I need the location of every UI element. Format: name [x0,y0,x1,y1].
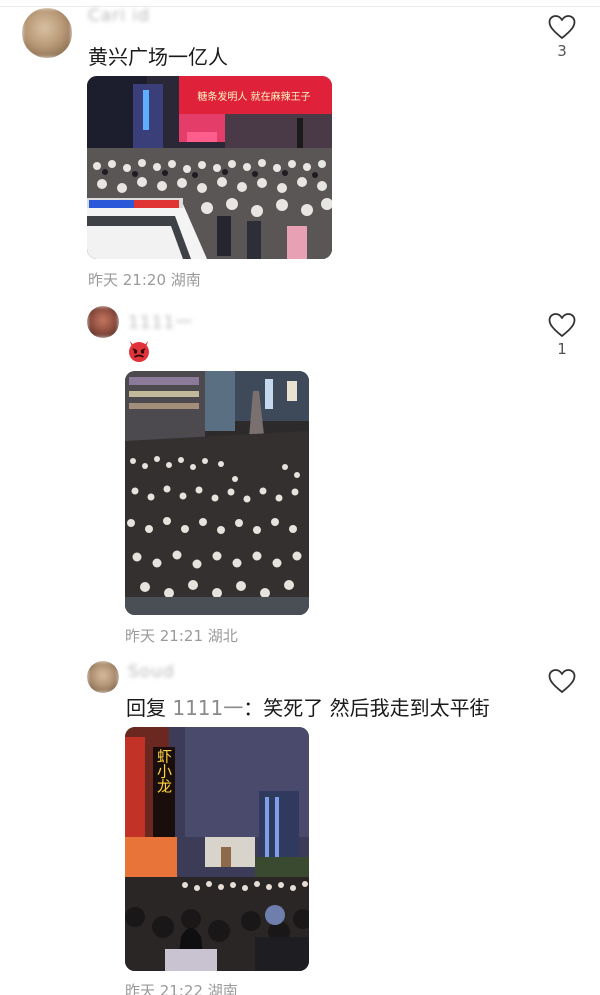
comment-username[interactable]: Soud [128,662,175,682]
avatar[interactable] [87,661,119,693]
like-count: 1 [557,340,567,358]
comment-photo[interactable] [125,371,309,615]
crowd-photo-huangxing-square: 糖条发明人 就在麻辣王子 [87,76,332,259]
comment-meta: 昨天 21:22 湖南 [125,982,238,995]
reply-mention[interactable]: 1111一 [172,696,243,720]
comment-text[interactable]: 黄兴广场一亿人 [88,41,228,70]
avatar[interactable] [87,306,119,338]
crowd-photo-taiping-street: 虾小龙 [125,727,309,971]
reply-prefix: 回复 [126,696,166,720]
angry-devil-emoji [129,341,149,362]
reply-body: ：笑死了 然后我走到太平街 [243,696,490,720]
comment-photo[interactable]: 虾小龙 [125,727,309,971]
like-button[interactable]: 1 [545,312,579,358]
comment-username[interactable]: Cari id [88,6,150,26]
comment-photo[interactable]: 糖条发明人 就在麻辣王子 [87,76,332,259]
like-button[interactable]: 3 [545,14,579,60]
heart-outline-icon [548,313,576,337]
heart-outline-icon [548,669,576,693]
like-count: 3 [557,42,567,60]
crowd-photo-aerial [125,371,309,615]
storefront-sign: 虾小龙 [155,749,173,794]
avatar[interactable] [22,8,72,58]
reply-text[interactable]: 回复 1111一：笑死了 然后我走到太平街 [126,692,490,721]
photo-banner-text: 糖条发明人 就在麻辣王子 [197,90,310,103]
comment-username[interactable]: 1111一 [128,308,193,333]
like-button[interactable] [545,668,579,694]
comment-meta: 昨天 21:21 湖北 [125,627,238,645]
heart-outline-icon [548,15,576,39]
comment-meta: 昨天 21:20 湖南 [88,271,201,289]
